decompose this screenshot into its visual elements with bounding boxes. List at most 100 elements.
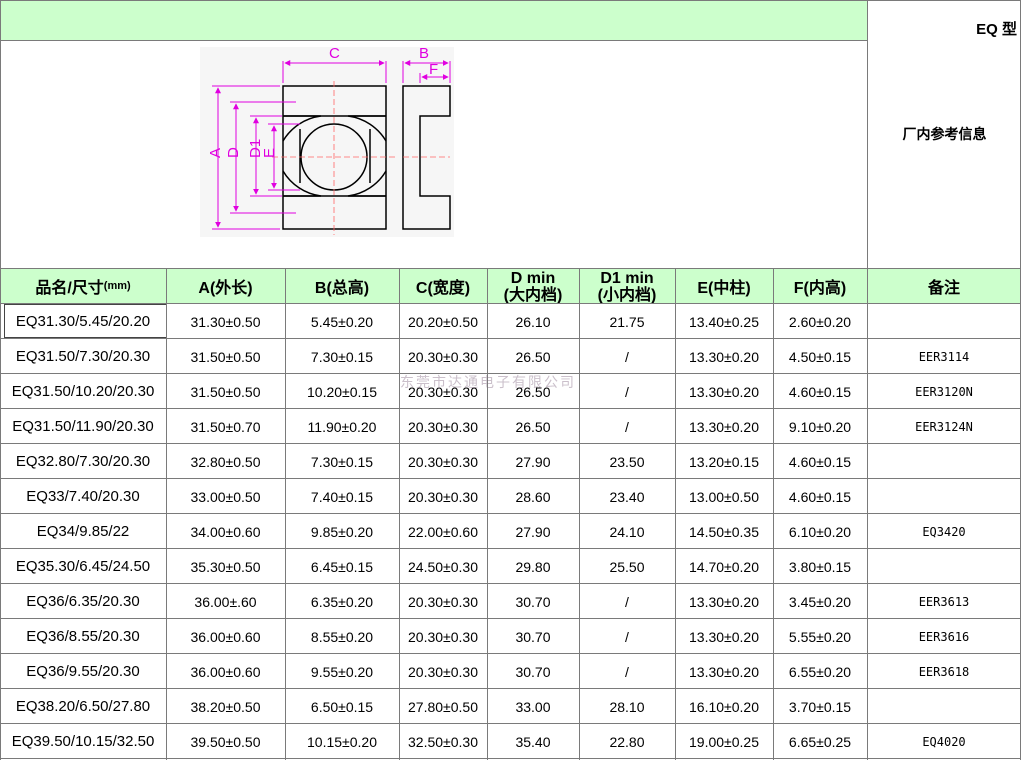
cell-d[interactable]: 26.50: [487, 339, 579, 374]
cell-a[interactable]: 34.00±0.60: [166, 514, 285, 549]
cell-c[interactable]: 20.30±0.30: [399, 339, 487, 374]
cell-note[interactable]: [867, 304, 1021, 339]
cell-c[interactable]: 22.00±0.60: [399, 514, 487, 549]
cell-a[interactable]: 39.50±0.50: [166, 724, 285, 759]
cell-f[interactable]: 6.65±0.25: [773, 724, 867, 759]
cell-d1[interactable]: /: [579, 654, 675, 689]
cell-a[interactable]: 31.50±0.50: [166, 374, 285, 409]
cell-e[interactable]: 13.40±0.25: [675, 304, 773, 339]
cell-f[interactable]: 3.70±0.15: [773, 689, 867, 724]
cell-note[interactable]: [867, 444, 1021, 479]
cell-f[interactable]: 9.10±0.20: [773, 409, 867, 444]
cell-d[interactable]: 29.80: [487, 549, 579, 584]
cell-d1[interactable]: 28.10: [579, 689, 675, 724]
cell-name[interactable]: EQ39.50/10.15/32.50: [0, 724, 166, 759]
cell-d[interactable]: 30.70: [487, 654, 579, 689]
cell-f[interactable]: 6.10±0.20: [773, 514, 867, 549]
cell-name[interactable]: EQ35.30/6.45/24.50: [0, 549, 166, 584]
cell-d1[interactable]: 23.40: [579, 479, 675, 514]
cell-note[interactable]: EER3114: [867, 339, 1021, 374]
cell-f[interactable]: 4.60±0.15: [773, 479, 867, 514]
cell-name[interactable]: EQ38.20/6.50/27.80: [0, 689, 166, 724]
cell-c[interactable]: 20.30±0.30: [399, 444, 487, 479]
cell-c[interactable]: 32.50±0.30: [399, 724, 487, 759]
cell-a[interactable]: 31.50±0.70: [166, 409, 285, 444]
cell-e[interactable]: 13.30±0.20: [675, 619, 773, 654]
cell-b[interactable]: 8.55±0.20: [285, 619, 399, 654]
cell-e[interactable]: 14.70±0.20: [675, 549, 773, 584]
cell-a[interactable]: 32.80±0.50: [166, 444, 285, 479]
cell-f[interactable]: 2.60±0.20: [773, 304, 867, 339]
cell-name[interactable]: EQ31.50/10.20/20.30: [0, 374, 166, 409]
cell-note[interactable]: EER3124N: [867, 409, 1021, 444]
cell-name[interactable]: EQ34/9.85/22: [0, 514, 166, 549]
cell-e[interactable]: 13.30±0.20: [675, 339, 773, 374]
cell-d1[interactable]: /: [579, 619, 675, 654]
cell-e[interactable]: 13.30±0.20: [675, 374, 773, 409]
cell-name[interactable]: EQ36/8.55/20.30: [0, 619, 166, 654]
cell-note[interactable]: EER3616: [867, 619, 1021, 654]
cell-a[interactable]: 36.00±.60: [166, 584, 285, 619]
cell-b[interactable]: 7.30±0.15: [285, 339, 399, 374]
cell-note[interactable]: EER3613: [867, 584, 1021, 619]
cell-note[interactable]: EER3618: [867, 654, 1021, 689]
cell-c[interactable]: 20.30±0.30: [399, 584, 487, 619]
cell-e[interactable]: 14.50±0.35: [675, 514, 773, 549]
cell-e[interactable]: 13.30±0.20: [675, 654, 773, 689]
cell-e[interactable]: 13.30±0.20: [675, 409, 773, 444]
cell-b[interactable]: 6.35±0.20: [285, 584, 399, 619]
cell-c[interactable]: 27.80±0.50: [399, 689, 487, 724]
cell-d[interactable]: 30.70: [487, 584, 579, 619]
cell-a[interactable]: 38.20±0.50: [166, 689, 285, 724]
cell-d[interactable]: 33.00: [487, 689, 579, 724]
cell-e[interactable]: 16.10±0.20: [675, 689, 773, 724]
cell-note[interactable]: EER3120N: [867, 374, 1021, 409]
cell-d1[interactable]: /: [579, 339, 675, 374]
cell-b[interactable]: 6.50±0.15: [285, 689, 399, 724]
cell-c[interactable]: 20.30±0.30: [399, 479, 487, 514]
cell-e[interactable]: 13.00±0.50: [675, 479, 773, 514]
cell-b[interactable]: 7.30±0.15: [285, 444, 399, 479]
cell-d[interactable]: 35.40: [487, 724, 579, 759]
cell-a[interactable]: 36.00±0.60: [166, 654, 285, 689]
cell-e[interactable]: 19.00±0.25: [675, 724, 773, 759]
cell-name[interactable]: EQ31.50/11.90/20.30: [0, 409, 166, 444]
cell-note[interactable]: [867, 479, 1021, 514]
cell-c[interactable]: 20.20±0.50: [399, 304, 487, 339]
cell-c[interactable]: 20.30±0.30: [399, 409, 487, 444]
cell-b[interactable]: 9.85±0.20: [285, 514, 399, 549]
cell-a[interactable]: 33.00±0.50: [166, 479, 285, 514]
cell-b[interactable]: 6.45±0.15: [285, 549, 399, 584]
cell-e[interactable]: 13.20±0.15: [675, 444, 773, 479]
cell-d[interactable]: 28.60: [487, 479, 579, 514]
cell-b[interactable]: 9.55±0.20: [285, 654, 399, 689]
cell-f[interactable]: 6.55±0.20: [773, 654, 867, 689]
cell-f[interactable]: 5.55±0.20: [773, 619, 867, 654]
cell-b[interactable]: 7.40±0.15: [285, 479, 399, 514]
cell-f[interactable]: 4.60±0.15: [773, 444, 867, 479]
cell-d1[interactable]: 25.50: [579, 549, 675, 584]
cell-d[interactable]: 26.10: [487, 304, 579, 339]
cell-note[interactable]: EQ4020: [867, 724, 1021, 759]
cell-name[interactable]: EQ31.50/7.30/20.30: [0, 339, 166, 374]
cell-c[interactable]: 20.30±0.30: [399, 619, 487, 654]
cell-d1[interactable]: /: [579, 409, 675, 444]
cell-d1[interactable]: 23.50: [579, 444, 675, 479]
cell-f[interactable]: 4.60±0.15: [773, 374, 867, 409]
cell-d[interactable]: 26.50: [487, 409, 579, 444]
cell-d[interactable]: 27.90: [487, 514, 579, 549]
cell-a[interactable]: 31.30±0.50: [166, 304, 285, 339]
cell-name[interactable]: EQ36/9.55/20.30: [0, 654, 166, 689]
cell-d[interactable]: 27.90: [487, 444, 579, 479]
cell-name[interactable]: EQ33/7.40/20.30: [0, 479, 166, 514]
cell-d[interactable]: 30.70: [487, 619, 579, 654]
cell-name[interactable]: EQ36/6.35/20.30: [0, 584, 166, 619]
cell-a[interactable]: 31.50±0.50: [166, 339, 285, 374]
cell-f[interactable]: 3.80±0.15: [773, 549, 867, 584]
cell-b[interactable]: 10.20±0.15: [285, 374, 399, 409]
cell-c[interactable]: 20.30±0.30: [399, 654, 487, 689]
cell-a[interactable]: 36.00±0.60: [166, 619, 285, 654]
cell-d1[interactable]: 21.75: [579, 304, 675, 339]
cell-note[interactable]: EQ3420: [867, 514, 1021, 549]
cell-c[interactable]: 24.50±0.30: [399, 549, 487, 584]
